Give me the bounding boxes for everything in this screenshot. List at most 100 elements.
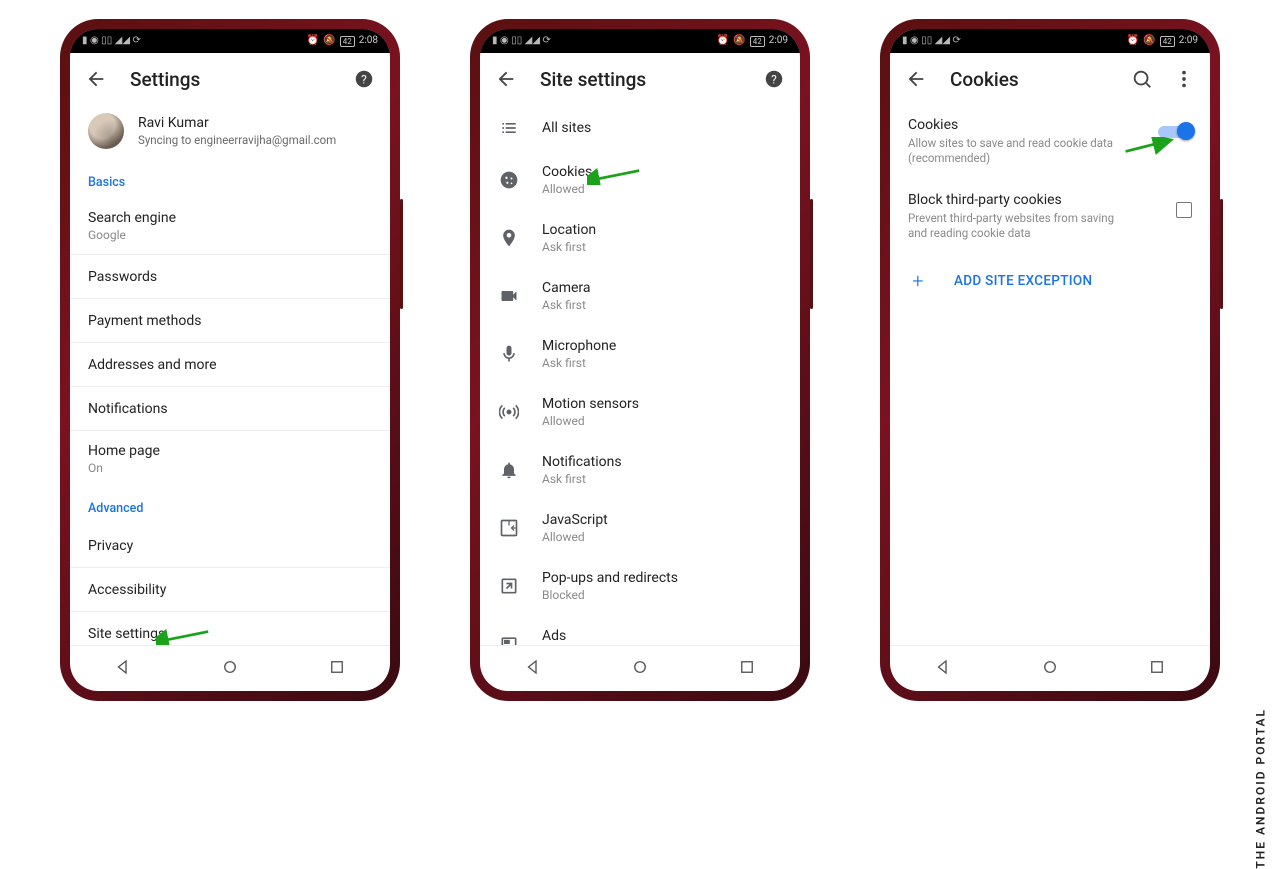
more-vert-icon: [1173, 68, 1195, 90]
phone-frame-2: ▮ ◉ ▯▯ ◢◢ ⟳ ⏰ 🔕 42 2:09 Site settings ?: [470, 19, 810, 701]
page-title: Site settings: [540, 68, 740, 91]
row-motion-sensors[interactable]: Motion sensorsAllowed: [480, 383, 800, 441]
block-third-party-checkbox[interactable]: [1176, 202, 1192, 218]
help-button[interactable]: ?: [762, 67, 786, 91]
dnd-icon: 🔕: [323, 36, 335, 46]
clock: 2:08: [359, 36, 378, 46]
alarm-icon: ⏰: [717, 36, 729, 46]
back-button[interactable]: [494, 67, 518, 91]
overflow-button[interactable]: [1172, 67, 1196, 91]
battery-indicator: 42: [750, 36, 765, 47]
row-all-sites[interactable]: All sites: [480, 105, 800, 151]
section-label-basics: Basics: [70, 161, 390, 198]
battery-indicator: 42: [1160, 36, 1175, 47]
system-nav-bar: [70, 645, 390, 691]
row-camera[interactable]: CameraAsk first: [480, 267, 800, 325]
row-ads[interactable]: AdsBlocked on some sites: [480, 615, 800, 645]
cookies-master-toggle-row[interactable]: Cookies Allow sites to save and read coo…: [890, 105, 1210, 180]
nav-back-button[interactable]: [114, 658, 132, 680]
setting-title: Block third-party cookies: [908, 192, 1192, 208]
setting-title: Cookies: [908, 117, 1192, 133]
dnd-icon: 🔕: [733, 36, 745, 46]
nav-home-button[interactable]: [1041, 658, 1059, 680]
help-button[interactable]: ?: [352, 67, 376, 91]
arrow-back-icon: [495, 68, 517, 90]
dnd-icon: 🔕: [1143, 36, 1155, 46]
svg-text:?: ?: [361, 73, 367, 87]
plus-icon: +: [908, 269, 928, 293]
nav-recents-button[interactable]: [1148, 658, 1166, 680]
row-site-settings[interactable]: Site settings: [70, 612, 390, 645]
cookies-toggle[interactable]: [1158, 123, 1194, 139]
nav-recents-button[interactable]: [738, 658, 756, 680]
phone-frame-1: ▮ ◉ ▯▯ ◢◢ ⟳ ⏰ 🔕 42 2:08 Settings ?: [60, 19, 400, 701]
row-accessibility[interactable]: Accessibility: [70, 568, 390, 612]
search-icon: [1131, 68, 1153, 90]
row-popups[interactable]: Pop-ups and redirectsBlocked: [480, 557, 800, 615]
arrow-back-icon: [85, 68, 107, 90]
help-icon: ?: [353, 68, 375, 90]
search-button[interactable]: [1130, 67, 1154, 91]
status-bar: ▮ ◉ ▯▯ ◢◢ ⟳ ⏰ 🔕 42 2:09: [480, 29, 800, 53]
row-notifications[interactable]: NotificationsAsk first: [480, 441, 800, 499]
system-nav-bar: [480, 645, 800, 691]
row-location[interactable]: LocationAsk first: [480, 209, 800, 267]
phone-screen-2: ▮ ◉ ▯▯ ◢◢ ⟳ ⏰ 🔕 42 2:09 Site settings ?: [480, 29, 800, 691]
row-javascript[interactable]: JavaScriptAllowed: [480, 499, 800, 557]
ads-icon: [498, 634, 520, 645]
back-button[interactable]: [84, 67, 108, 91]
setting-description: Allow sites to save and read cookie data…: [908, 136, 1118, 166]
avatar: [88, 113, 124, 149]
row-privacy[interactable]: Privacy: [70, 524, 390, 568]
nav-back-button[interactable]: [524, 658, 542, 680]
phone-screen-1: ▮ ◉ ▯▯ ◢◢ ⟳ ⏰ 🔕 42 2:08 Settings ?: [70, 29, 390, 691]
motion-icon: [498, 402, 520, 422]
battery-indicator: 42: [340, 36, 355, 47]
nav-home-button[interactable]: [631, 658, 649, 680]
javascript-icon: [498, 518, 520, 538]
nav-recents-button[interactable]: [328, 658, 346, 680]
alarm-icon: ⏰: [307, 36, 319, 46]
setting-description: Prevent third-party websites from saving…: [908, 211, 1118, 241]
block-third-party-row[interactable]: Block third-party cookies Prevent third-…: [890, 180, 1210, 255]
page-title: Settings: [130, 68, 330, 91]
row-search-engine[interactable]: Search engine Google: [70, 198, 390, 255]
row-microphone[interactable]: MicrophoneAsk first: [480, 325, 800, 383]
list-icon: [498, 118, 520, 138]
clock: 2:09: [769, 36, 788, 46]
row-passwords[interactable]: Passwords: [70, 255, 390, 299]
row-addresses[interactable]: Addresses and more: [70, 343, 390, 387]
settings-content: Ravi Kumar Syncing to engineerravijha@gm…: [70, 105, 390, 645]
account-row[interactable]: Ravi Kumar Syncing to engineerravijha@gm…: [70, 105, 390, 161]
mic-icon: [498, 344, 520, 364]
section-label-advanced: Advanced: [70, 487, 390, 524]
cookie-icon: [498, 170, 520, 190]
watermark: THE ANDROID PORTAL: [1254, 708, 1268, 869]
add-site-exception-button[interactable]: + ADD SITE EXCEPTION: [890, 255, 1210, 307]
nav-back-button[interactable]: [934, 658, 952, 680]
nav-home-button[interactable]: [221, 658, 239, 680]
arrow-back-icon: [905, 68, 927, 90]
phone-screen-3: ▮ ◉ ▯▯ ◢◢ ⟳ ⏰ 🔕 42 2:09 Cookies: [890, 29, 1210, 691]
bell-icon: [498, 460, 520, 480]
row-payment-methods[interactable]: Payment methods: [70, 299, 390, 343]
add-exception-label: ADD SITE EXCEPTION: [954, 273, 1092, 289]
cookies-content: Cookies Allow sites to save and read coo…: [890, 105, 1210, 645]
row-cookies[interactable]: CookiesAllowed: [480, 151, 800, 209]
status-left-icons: ▮ ◉ ▯▯ ◢◢ ⟳: [902, 36, 961, 46]
app-bar: Site settings ?: [480, 53, 800, 105]
page-title: Cookies: [950, 68, 1108, 91]
location-icon: [498, 228, 520, 248]
account-name: Ravi Kumar: [138, 115, 336, 131]
status-left-icons: ▮ ◉ ▯▯ ◢◢ ⟳: [492, 36, 551, 46]
back-button[interactable]: [904, 67, 928, 91]
row-home-page[interactable]: Home page On: [70, 431, 390, 487]
status-bar: ▮ ◉ ▯▯ ◢◢ ⟳ ⏰ 🔕 42 2:09: [890, 29, 1210, 53]
site-settings-content: All sites CookiesAllowed LocationAsk fir…: [480, 105, 800, 645]
status-bar: ▮ ◉ ▯▯ ◢◢ ⟳ ⏰ 🔕 42 2:08: [70, 29, 390, 53]
phone-frame-3: ▮ ◉ ▯▯ ◢◢ ⟳ ⏰ 🔕 42 2:09 Cookies: [880, 19, 1220, 701]
account-sync-status: Syncing to engineerravijha@gmail.com: [138, 133, 336, 147]
row-notifications[interactable]: Notifications: [70, 387, 390, 431]
alarm-icon: ⏰: [1127, 36, 1139, 46]
clock: 2:09: [1179, 36, 1198, 46]
